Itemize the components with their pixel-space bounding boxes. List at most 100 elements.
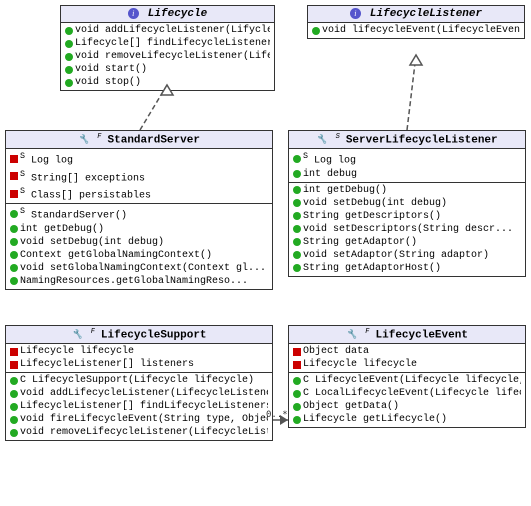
lifecycle-classname: Lifecycle <box>148 8 207 20</box>
lifecyclesupport-fields: Lifecycle lifecycle LifecycleListener[] … <box>6 344 272 373</box>
lifecycleevent-method-2: C LocalLifecycleEvent(Lifecycle lifecycl… <box>293 387 521 400</box>
lifecycleevent-method-4: Lifecycle getLifecycle() <box>293 413 521 426</box>
standardserver-fields: S Log log S String[] exceptions S Class[… <box>6 149 272 204</box>
lifecyclesupport-field-2: LifecycleListener[] listeners <box>10 358 268 371</box>
public-icon <box>293 170 301 178</box>
public-icon <box>293 199 301 207</box>
standardserver-methods: S StandardServer() int getDebug() void s… <box>6 204 272 288</box>
standardserver-classname: StandardServer <box>108 134 200 146</box>
public-icon <box>10 225 18 233</box>
standardserver-class: 🔧 F StandardServer S Log log S String[] … <box>5 130 273 290</box>
lifecycleevent-header: 🔧 F LifecycleEvent <box>289 326 525 344</box>
lifecycleevent-class: 🔧 F LifecycleEvent Object data Lifecycle… <box>288 325 526 428</box>
public-icon <box>293 238 301 246</box>
private-icon <box>10 172 18 180</box>
public-icon <box>293 212 301 220</box>
lifecyclelistener-info-icon: i <box>350 8 361 19</box>
lifecycle-info-icon: i <box>128 8 139 19</box>
lifecyclesupport-methods: C LifecycleSupport(Lifecycle lifecycle) … <box>6 373 272 440</box>
serverlifecyclelistener-method-2: void setDebug(int debug) <box>293 197 521 210</box>
lifecycle-method-4: void start() <box>65 63 270 76</box>
standardserver-method-3: Context getGlobalNamingContext() <box>10 249 268 262</box>
public-icon <box>10 277 18 285</box>
public-icon <box>10 429 18 437</box>
lifecycleevent-classname: LifecycleEvent <box>376 329 468 341</box>
lifecycle-method-1: void addLifecycleListener(LifycleListe..… <box>65 24 270 37</box>
standardserver-field-1: S Log log <box>10 150 268 167</box>
standardserver-field-2: S String[] exceptions <box>10 168 268 185</box>
lifecyclelistener-classname: LifecycleListener <box>370 8 482 20</box>
public-icon <box>10 390 18 398</box>
lifecycle-method-3: void removeLifecycleListener(LifecycleL.… <box>65 50 270 63</box>
public-icon <box>293 251 301 259</box>
lifecycle-method-2: Lifecycle[] findLifecycleListeners() <box>65 37 270 50</box>
lifecyclesupport-method-4: void fireLifecycleEvent(String type, Obj… <box>10 413 268 426</box>
public-icon <box>65 79 73 87</box>
serverlifecyclelistener-method-6: void setAdaptor(String adaptor) <box>293 249 521 262</box>
public-icon <box>10 416 18 424</box>
lifecyclesupport-icon: 🔧 <box>71 330 82 340</box>
serverlifecyclelistener-method-5: String getAdaptor() <box>293 236 521 249</box>
lifecyclesupport-method-5: void removeLifecycleListener(LifecycleLi… <box>10 426 268 439</box>
standardserver-icon: 🔧 <box>78 135 89 145</box>
lifecycleevent-field-2: Lifecycle lifecycle <box>293 358 521 371</box>
standardserver-method-2: void setDebug(int debug) <box>10 236 268 249</box>
serverlifecyclelistener-field-1: S Log log <box>293 150 521 167</box>
lifecycle-header: i Lifecycle <box>61 6 274 23</box>
lifecycleevent-methods: C LifecycleEvent(Lifecycle lifecycle, St… <box>289 373 525 427</box>
private-icon <box>293 348 301 356</box>
public-icon <box>293 225 301 233</box>
lifecyclesupport-class: 🔧 F LifecycleSupport Lifecycle lifecycle… <box>5 325 273 441</box>
private-icon <box>10 190 18 198</box>
lifecycle-method-5: void stop() <box>65 76 270 89</box>
public-icon <box>65 53 73 61</box>
private-icon <box>10 155 18 163</box>
lifecycleevent-icon: 🔧 <box>346 330 357 340</box>
public-icon <box>293 416 301 424</box>
serverlifecyclelistener-method-3: String getDescriptors() <box>293 210 521 223</box>
public-icon <box>10 251 18 259</box>
serverlifecyclelistener-classname: ServerLifecycleListener <box>346 134 498 146</box>
public-icon <box>10 264 18 272</box>
lifecyclelistener-methods: void lifecycleEvent(LifecycleEvent event… <box>308 23 524 38</box>
lifecyclesupport-method-2: void addLifecycleListener(LifecycleListe… <box>10 387 268 400</box>
public-icon <box>293 390 301 398</box>
public-icon <box>65 27 73 35</box>
lifecycleevent-field-1: Object data <box>293 345 521 358</box>
public-icon <box>312 27 320 35</box>
lifecyclesupport-classname: LifecycleSupport <box>101 329 207 341</box>
standardserver-header: 🔧 F StandardServer <box>6 131 272 149</box>
lifecycleevent-method-3: Object getData() <box>293 400 521 413</box>
uml-diagram: i Lifecycle void addLifecycleListener(Li… <box>0 0 531 506</box>
public-icon <box>293 155 301 163</box>
standardserver-method-5: NamingResources.getGlobalNamingReso... <box>10 275 268 288</box>
serverlifecyclelistener-method-1: int getDebug() <box>293 184 521 197</box>
private-icon <box>293 361 301 369</box>
lifecyclelistener-class: i LifecycleListener void lifecycleEvent(… <box>307 5 525 39</box>
serverlifecyclelistener-class: 🔧 S ServerLifecycleListener S Log log in… <box>288 130 526 277</box>
standardserver-method-0: S StandardServer() <box>10 205 268 222</box>
lifecycleevent-fields: Object data Lifecycle lifecycle <box>289 344 525 373</box>
lifecyclesupport-header: 🔧 F LifecycleSupport <box>6 326 272 344</box>
public-icon <box>10 210 18 218</box>
lifecyclesupport-field-1: Lifecycle lifecycle <box>10 345 268 358</box>
public-icon <box>293 377 301 385</box>
serverlifecyclelistener-methods: int getDebug() void setDebug(int debug) … <box>289 183 525 276</box>
lifecycle-methods: void addLifecycleListener(LifycleListe..… <box>61 23 274 90</box>
lifecyclesupport-method-1: C LifecycleSupport(Lifecycle lifecycle) <box>10 374 268 387</box>
public-icon <box>10 377 18 385</box>
lifecyclesupport-method-3: LifecycleListener[] findLifecycleListene… <box>10 400 268 413</box>
serverlifecyclelistener-fields: S Log log int debug <box>289 149 525 182</box>
public-icon <box>65 66 73 74</box>
serverlifecyclelistener-method-4: void setDescriptors(String descr... <box>293 223 521 236</box>
standardserver-method-1: int getDebug() <box>10 223 268 236</box>
public-icon <box>293 264 301 272</box>
lifecycleevent-method-1: C LifecycleEvent(Lifecycle lifecycle, St… <box>293 374 521 387</box>
lifecycle-class: i Lifecycle void addLifecycleListener(Li… <box>60 5 275 91</box>
private-icon <box>10 361 18 369</box>
private-icon <box>10 348 18 356</box>
lifecyclelistener-method-1: void lifecycleEvent(LifecycleEvent event… <box>312 24 520 37</box>
serverlifecyclelistener-method-7: String getAdaptorHost() <box>293 262 521 275</box>
serverlifecyclelistener-header: 🔧 S ServerLifecycleListener <box>289 131 525 149</box>
lifecyclelistener-header: i LifecycleListener <box>308 6 524 23</box>
